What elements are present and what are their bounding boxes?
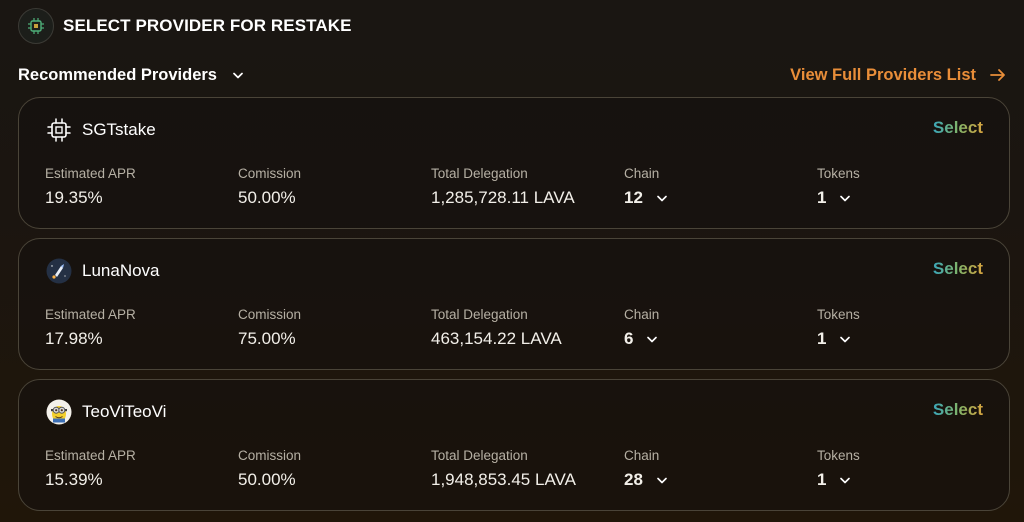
tokens-dropdown[interactable]: 1 [817, 188, 860, 208]
chevron-down-icon [233, 72, 243, 79]
page-header: SELECT PROVIDER FOR RESTAKE [18, 8, 352, 44]
commission: Comission 50.00% [238, 448, 301, 490]
provider-card: LunaNova Select Estimated APR 17.98% Com… [18, 238, 1010, 370]
total-delegation: Total Delegation 1,948,853.45 LAVA [431, 448, 576, 490]
estimated-apr: Estimated APR 19.35% [45, 166, 136, 208]
tokens-value: 1 [817, 470, 827, 489]
commission-value: 75.00% [238, 329, 296, 348]
total-delegation: Total Delegation 1,285,728.11 LAVA [431, 166, 575, 208]
chain-label: Chain [624, 166, 660, 181]
chevron-down-icon [657, 195, 667, 202]
minion-avatar-icon [45, 398, 73, 426]
commission-label: Comission [238, 448, 302, 463]
tokens-dropdown[interactable]: 1 [817, 470, 860, 490]
provider-header: SGTstake [45, 116, 156, 144]
chain-value: 12 [624, 188, 643, 207]
tokens: Tokens 1 [817, 166, 860, 208]
provider-name: TeoViTeoVi [82, 402, 167, 421]
chain-label: Chain [624, 307, 660, 322]
chevron-down-icon [840, 336, 851, 343]
provider-name: LunaNova [82, 261, 160, 280]
recommended-providers-dropdown[interactable]: Recommended Providers [18, 66, 243, 85]
commission-label: Comission [238, 307, 302, 322]
chevron-down-icon [647, 336, 658, 343]
commission-value: 50.00% [238, 470, 296, 489]
chain-label: Chain [624, 448, 660, 463]
provider-card: TeoViTeoVi Select Estimated APR 15.39% C… [18, 379, 1010, 511]
provider-card: SGTstake Select Estimated APR 19.35% Com… [18, 97, 1010, 229]
chain-dropdown[interactable]: 12 [624, 188, 667, 208]
estimated-apr: Estimated APR 15.39% [45, 448, 136, 490]
chip-icon [18, 8, 54, 44]
commission-label: Comission [238, 166, 302, 181]
total-delegation-label: Total Delegation [431, 448, 528, 463]
tokens: Tokens 1 [817, 307, 860, 349]
page-title: SELECT PROVIDER FOR RESTAKE [63, 16, 352, 35]
chevron-down-icon [657, 477, 667, 484]
provider-name: SGTstake [82, 120, 156, 139]
total-delegation-value: 1,285,728.11 LAVA [431, 188, 575, 207]
provider-header: LunaNova [45, 257, 160, 285]
total-delegation-value: 463,154.22 LAVA [431, 329, 562, 348]
chain-dropdown[interactable]: 6 [624, 329, 659, 349]
total-delegation-label: Total Delegation [431, 166, 528, 181]
view-full-providers-label: View Full Providers List [790, 65, 976, 84]
select-button[interactable]: Select [933, 259, 983, 279]
select-button[interactable]: Select [933, 400, 983, 420]
tokens-label: Tokens [817, 448, 860, 463]
chain-value: 6 [624, 329, 634, 348]
provider-header: TeoViTeoVi [45, 398, 166, 426]
commission-value: 50.00% [238, 188, 296, 207]
chain: Chain 12 [624, 166, 667, 208]
commission: Comission 50.00% [238, 166, 301, 208]
select-button[interactable]: Select [933, 118, 983, 138]
tokens-dropdown[interactable]: 1 [817, 329, 860, 349]
chain: Chain 6 [624, 307, 659, 349]
chip-icon [45, 116, 73, 144]
tokens: Tokens 1 [817, 448, 860, 490]
recommended-providers-label: Recommended Providers [18, 65, 217, 84]
total-delegation-value: 1,948,853.45 LAVA [431, 470, 576, 489]
estimated-apr-value: 19.35% [45, 188, 103, 207]
total-delegation-label: Total Delegation [431, 307, 528, 322]
view-full-providers-link[interactable]: View Full Providers List [790, 66, 1006, 85]
tokens-label: Tokens [817, 307, 860, 322]
providers-toolbar: Recommended Providers View Full Provider… [18, 62, 1006, 88]
estimated-apr-label: Estimated APR [45, 448, 136, 463]
estimated-apr-value: 17.98% [45, 329, 103, 348]
rocket-avatar-icon [45, 257, 73, 285]
chain-dropdown[interactable]: 28 [624, 470, 667, 490]
estimated-apr-value: 15.39% [45, 470, 103, 489]
total-delegation: Total Delegation 463,154.22 LAVA [431, 307, 562, 349]
tokens-value: 1 [817, 188, 827, 207]
tokens-value: 1 [817, 329, 827, 348]
chain: Chain 28 [624, 448, 667, 490]
chevron-down-icon [840, 477, 851, 484]
estimated-apr-label: Estimated APR [45, 166, 136, 181]
chevron-down-icon [840, 195, 851, 202]
arrow-right-icon [990, 68, 1006, 82]
tokens-label: Tokens [817, 166, 860, 181]
estimated-apr: Estimated APR 17.98% [45, 307, 136, 349]
commission: Comission 75.00% [238, 307, 301, 349]
chain-value: 28 [624, 470, 643, 489]
estimated-apr-label: Estimated APR [45, 307, 136, 322]
